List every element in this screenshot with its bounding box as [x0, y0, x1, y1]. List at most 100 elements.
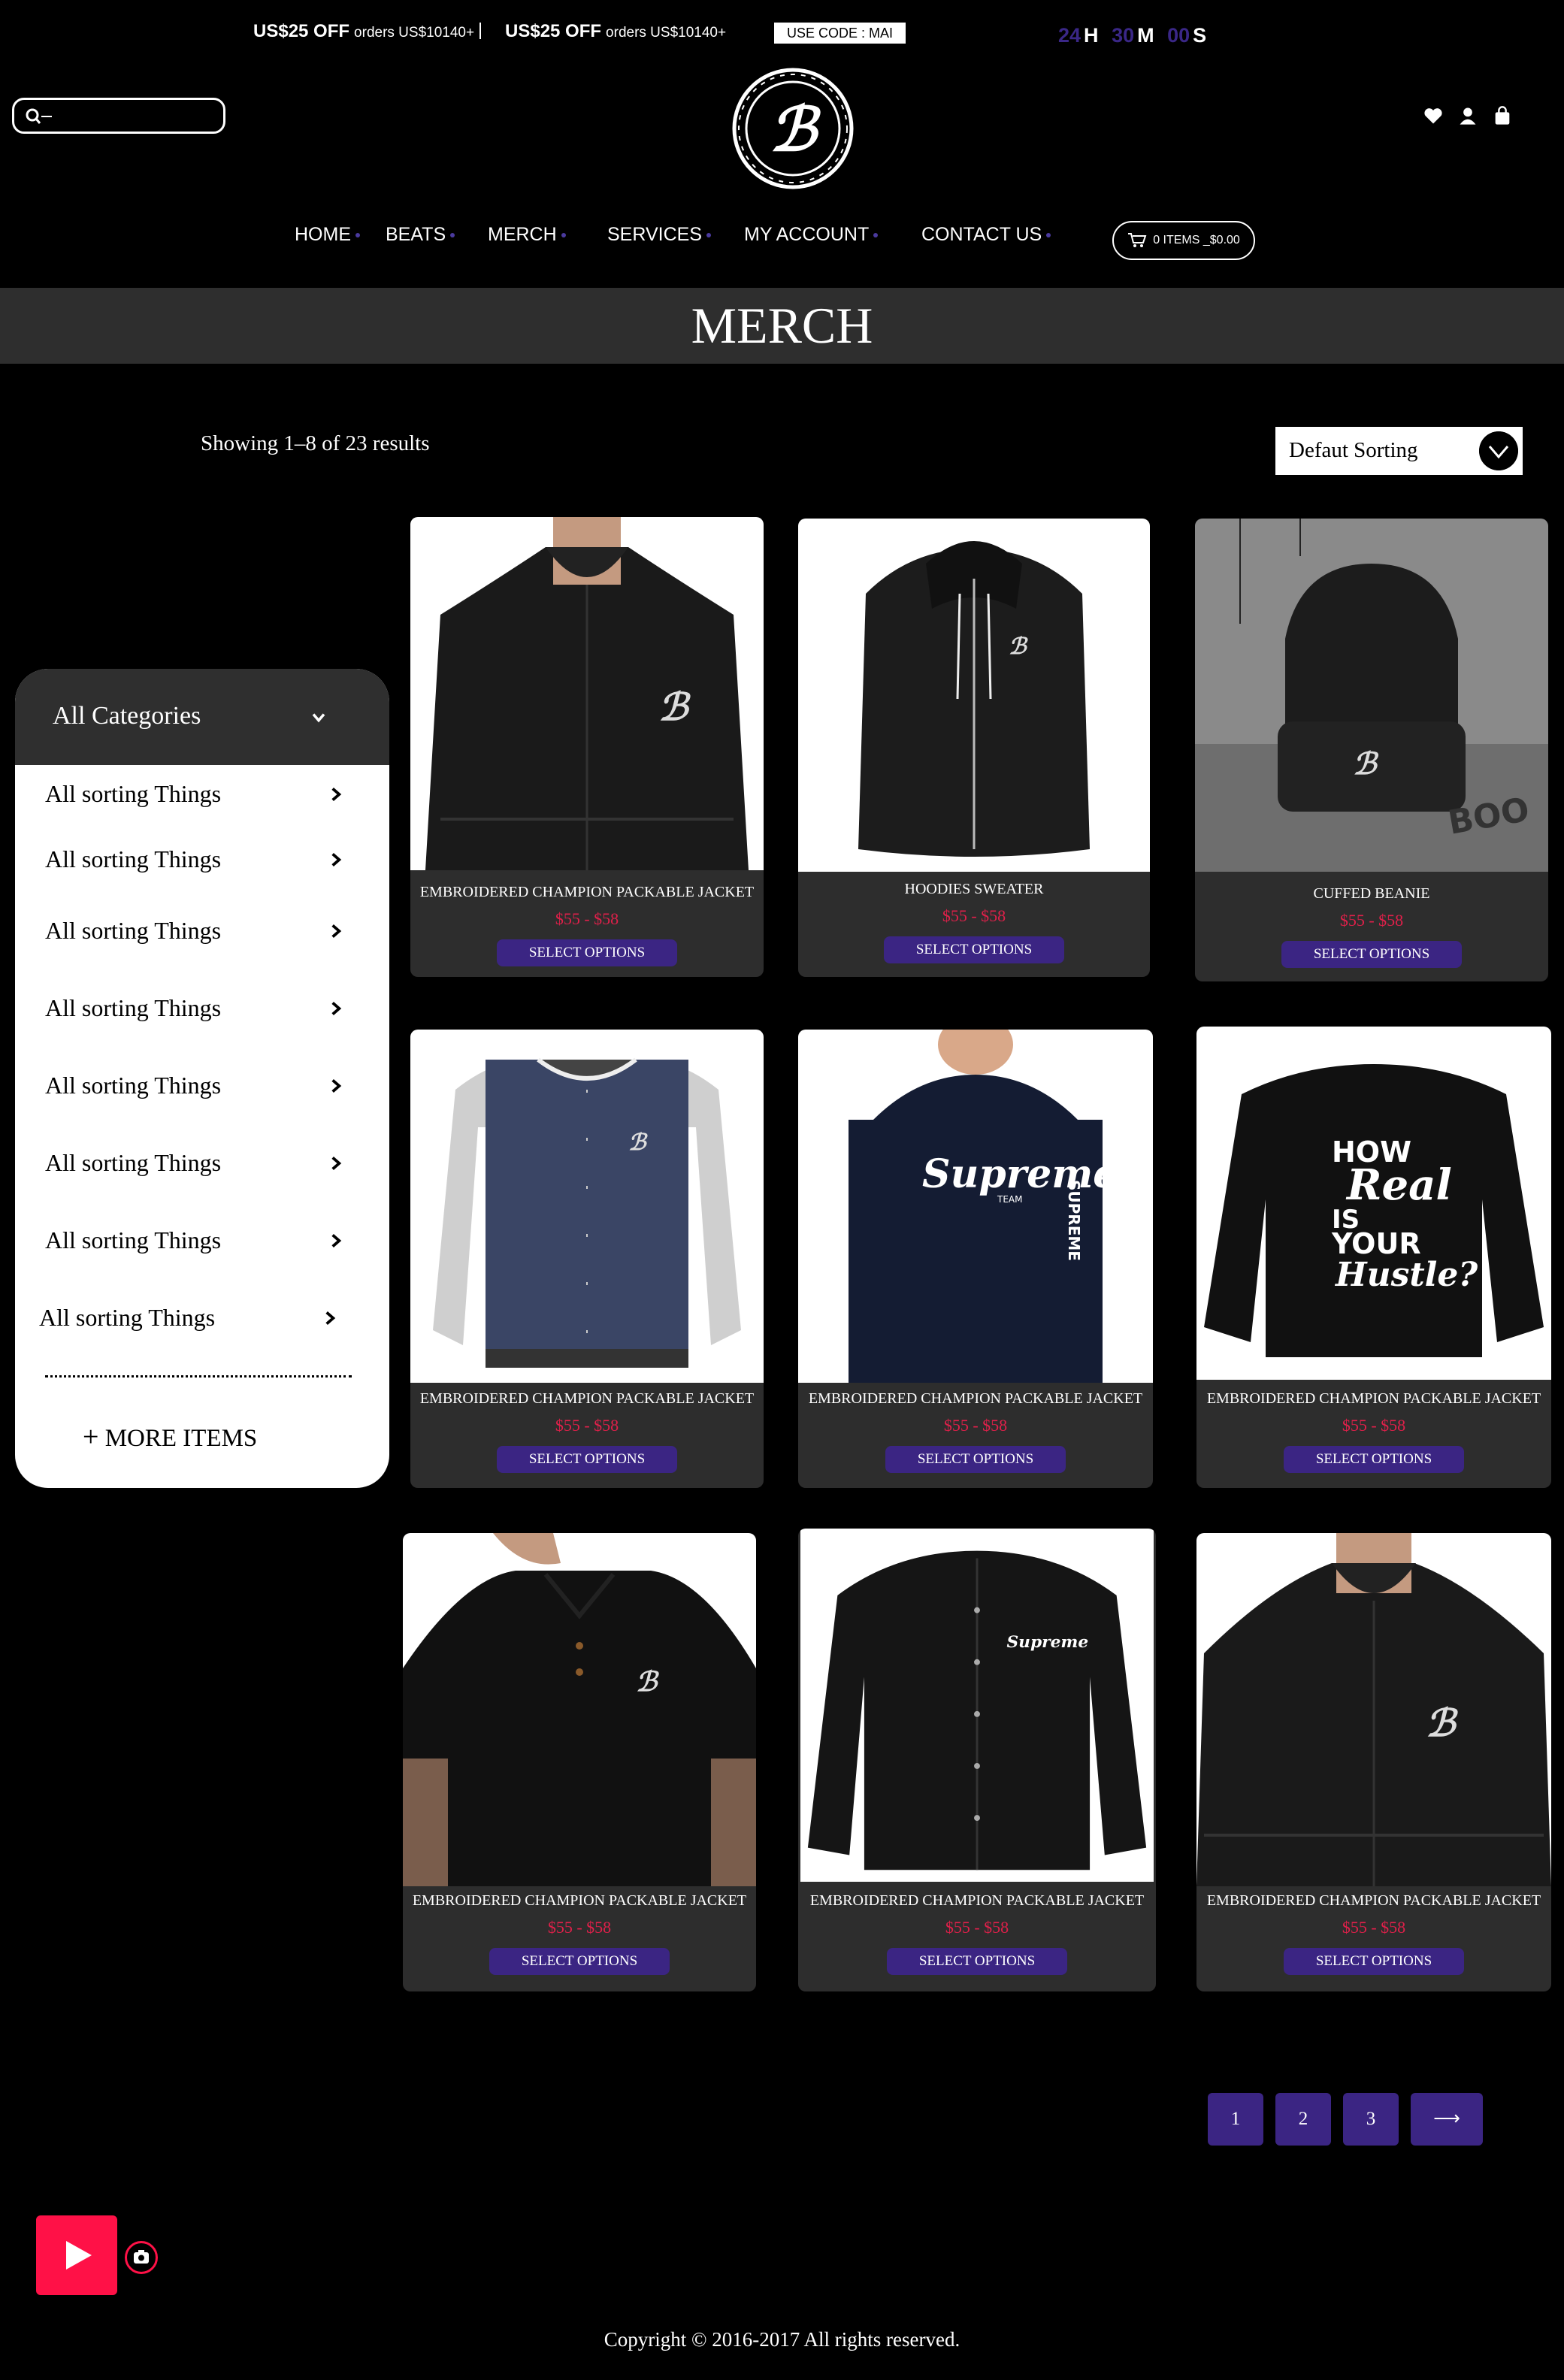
- nav-merch[interactable]: MERCH: [488, 224, 566, 246]
- svg-text:ℬ: ℬ: [770, 94, 821, 165]
- product-image[interactable]: ℬ: [403, 1533, 756, 1886]
- product-card[interactable]: Supreme EMBROIDERED CHAMPION PACKABLE JA…: [798, 1529, 1156, 1991]
- category-header-label: All Categories: [53, 702, 201, 730]
- search-box[interactable]: [12, 98, 225, 134]
- product-price: $55 - $58: [945, 1918, 1009, 1937]
- chevron-right-icon: [325, 1311, 336, 1326]
- product-name[interactable]: EMBROIDERED CHAMPION PACKABLE JACKET: [410, 1390, 764, 1408]
- promo-offer-1: US$25 OFF orders US$10140+: [253, 21, 475, 41]
- category-header[interactable]: All Categories: [15, 669, 389, 765]
- brand-logo[interactable]: ℬ: [731, 66, 855, 191]
- page-title-band: MERCH: [0, 288, 1564, 364]
- chevron-right-icon: [331, 1156, 342, 1171]
- product-card[interactable]: ℬ EMBROIDERED CHAMPION PACKABLE JACKET $…: [1196, 1533, 1551, 1991]
- product-card[interactable]: ℬ EMBROIDERED CHAMPION PACKABLE JACKET $…: [403, 1533, 756, 1991]
- sidebar-item[interactable]: All sorting Things: [45, 1072, 346, 1102]
- select-options-button[interactable]: SELECT OPTIONS: [884, 936, 1064, 963]
- product-card[interactable]: ℬ EMBROIDERED CHAMPION PACKABLE JACKET $…: [410, 1030, 764, 1488]
- sort-select[interactable]: Defaut Sorting: [1275, 427, 1523, 475]
- product-name[interactable]: EMBROIDERED CHAMPION PACKABLE JACKET: [1196, 1892, 1551, 1910]
- product-card[interactable]: HOW Real IS YOUR Hustle? EMBROIDERED CHA…: [1196, 1027, 1551, 1488]
- next-page-button[interactable]: ⟶: [1411, 2093, 1483, 2146]
- product-card[interactable]: ℬ EMBROIDERED CHAMPION PACKABLE JACKET $…: [410, 517, 764, 977]
- product-image[interactable]: ℬ: [1196, 1533, 1551, 1886]
- product-price: $55 - $58: [1342, 1416, 1406, 1435]
- sidebar-item[interactable]: All sorting Things: [39, 1304, 340, 1334]
- product-price: $55 - $58: [555, 909, 619, 928]
- product-price: $55 - $58: [942, 906, 1006, 925]
- product-image[interactable]: HOW Real IS YOUR Hustle?: [1196, 1027, 1551, 1380]
- svg-text:TEAM: TEAM: [997, 1194, 1022, 1205]
- cart-button[interactable]: 0 ITEMS _$0.00: [1112, 221, 1255, 260]
- product-name[interactable]: CUFFED BEANIE: [1195, 885, 1548, 903]
- select-options-button[interactable]: SELECT OPTIONS: [489, 1948, 670, 1975]
- chevron-down-icon[interactable]: [1479, 431, 1518, 470]
- page-button-1[interactable]: 1: [1208, 2093, 1263, 2146]
- sidebar-divider: [45, 1375, 352, 1377]
- product-image[interactable]: ℬ BOO: [1195, 519, 1548, 872]
- page-button-2[interactable]: 2: [1275, 2093, 1331, 2146]
- chevron-down-icon: [312, 713, 325, 723]
- select-options-button[interactable]: SELECT OPTIONS: [887, 1948, 1067, 1975]
- nav-services[interactable]: SERVICES: [607, 224, 711, 246]
- product-price: $55 - $58: [1342, 1918, 1406, 1937]
- sidebar-item[interactable]: All sorting Things: [45, 780, 346, 810]
- product-image[interactable]: Supreme TEAM SUPREME: [798, 1030, 1153, 1383]
- chevron-right-icon: [331, 787, 342, 802]
- select-options-button[interactable]: SELECT OPTIONS: [497, 939, 677, 966]
- svg-text:SUPREME: SUPREME: [1065, 1180, 1083, 1261]
- promo-offer-2: US$25 OFF orders US$10140+: [505, 21, 727, 41]
- select-options-button[interactable]: SELECT OPTIONS: [497, 1446, 677, 1473]
- select-options-button[interactable]: SELECT OPTIONS: [1284, 1446, 1464, 1473]
- user-icon[interactable]: [1457, 105, 1478, 126]
- camera-icon: [134, 2250, 149, 2264]
- svg-text:ℬ: ℬ: [1353, 746, 1379, 782]
- chevron-right-icon: [331, 1078, 342, 1093]
- promo-code-badge[interactable]: USE CODE : MAI: [774, 23, 906, 44]
- camera-button[interactable]: [125, 2241, 158, 2274]
- nav-my-account[interactable]: MY ACCOUNT: [744, 224, 879, 246]
- select-options-button[interactable]: SELECT OPTIONS: [1281, 941, 1462, 968]
- product-name[interactable]: EMBROIDERED CHAMPION PACKABLE JACKET: [410, 884, 764, 901]
- product-image[interactable]: ℬ: [410, 1030, 764, 1383]
- search-input[interactable]: [59, 104, 213, 129]
- product-name[interactable]: EMBROIDERED CHAMPION PACKABLE JACKET: [1196, 1390, 1551, 1408]
- product-image[interactable]: ℬ: [798, 519, 1150, 872]
- heart-icon[interactable]: [1423, 105, 1444, 126]
- nav-home[interactable]: HOME: [295, 224, 360, 246]
- product-name[interactable]: EMBROIDERED CHAMPION PACKABLE JACKET: [403, 1892, 756, 1910]
- sidebar-item[interactable]: All sorting Things: [45, 994, 346, 1024]
- video-play-button[interactable]: [36, 2215, 117, 2295]
- svg-text:ℬ: ℬ: [1426, 1701, 1459, 1745]
- product-card[interactable]: Supreme TEAM SUPREME EMBROIDERED CHAMPIO…: [798, 1030, 1153, 1488]
- bag-icon[interactable]: [1492, 105, 1513, 126]
- cart-summary: 0 ITEMS _$0.00: [1153, 234, 1240, 246]
- select-options-button[interactable]: SELECT OPTIONS: [1284, 1948, 1464, 1975]
- product-price: $55 - $58: [1339, 911, 1404, 930]
- cart-icon: [1128, 233, 1147, 247]
- product-name[interactable]: EMBROIDERED CHAMPION PACKABLE JACKET: [798, 1390, 1153, 1408]
- product-price: $55 - $58: [555, 1416, 619, 1435]
- sidebar-item[interactable]: All sorting Things: [45, 1226, 346, 1257]
- product-price: $55 - $58: [547, 1918, 612, 1937]
- nav-beats[interactable]: BEATS: [386, 224, 455, 246]
- select-options-button[interactable]: SELECT OPTIONS: [885, 1446, 1066, 1473]
- svg-text:ℬ: ℬ: [1009, 634, 1028, 660]
- svg-text:ℬ: ℬ: [628, 1130, 648, 1156]
- page-title: MERCH: [691, 297, 873, 354]
- sidebar-item[interactable]: All sorting Things: [45, 917, 346, 947]
- product-name[interactable]: EMBROIDERED CHAMPION PACKABLE JACKET: [798, 1892, 1156, 1910]
- svg-text:Hustle?: Hustle?: [1334, 1256, 1478, 1294]
- sidebar-item[interactable]: All sorting Things: [45, 845, 346, 875]
- category-sidebar: All Categories All sorting Things All so…: [15, 669, 389, 1488]
- product-card[interactable]: ℬ BOO CUFFED BEANIE $55 - $58 SELECT OPT…: [1195, 519, 1548, 981]
- sidebar-item[interactable]: All sorting Things: [45, 1149, 346, 1179]
- more-items-link[interactable]: + MORE ITEMS: [83, 1420, 257, 1453]
- footer-copyright: Copyright © 2016-2017 All rights reserve…: [604, 2328, 960, 2351]
- product-image[interactable]: Supreme: [798, 1529, 1156, 1882]
- nav-contact-us[interactable]: CONTACT US: [921, 224, 1051, 246]
- product-name[interactable]: HOODIES SWEATER: [798, 881, 1150, 898]
- product-image[interactable]: ℬ: [410, 517, 764, 870]
- page-button-3[interactable]: 3: [1343, 2093, 1399, 2146]
- product-card[interactable]: ℬ HOODIES SWEATER $55 - $58 SELECT OPTIO…: [798, 519, 1150, 977]
